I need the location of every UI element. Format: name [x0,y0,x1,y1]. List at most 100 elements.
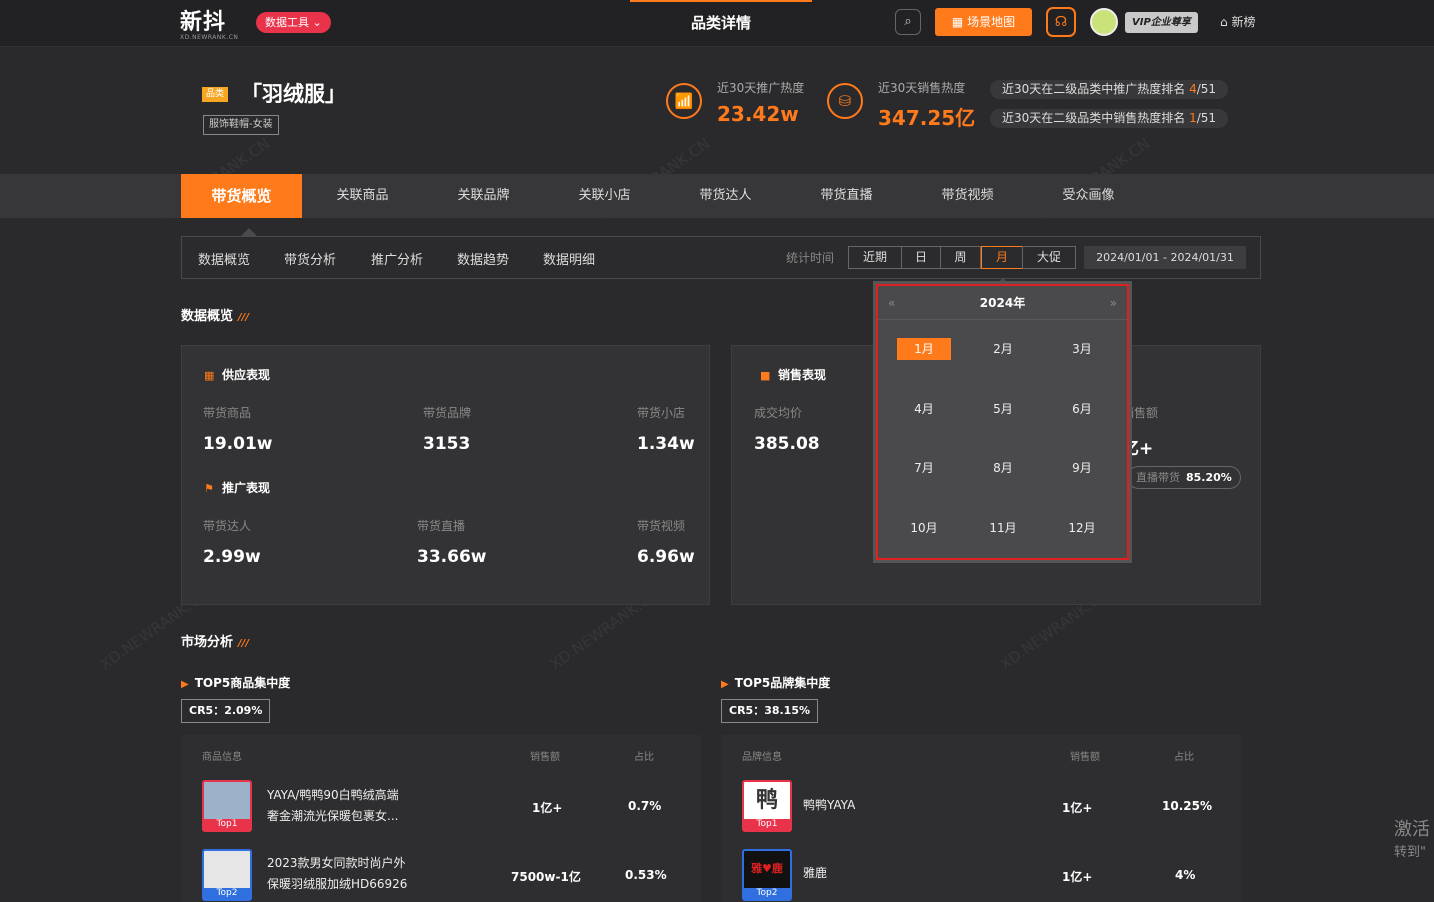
headset-icon: ☊ [1054,14,1068,30]
arrow-right-icon: ▶ [721,679,729,690]
month-mar[interactable]: 3月 [1055,338,1109,360]
tab-products[interactable]: 关联商品 [302,174,423,218]
period-week[interactable]: 周 [940,246,981,269]
tab-shops[interactable]: 关联小店 [544,174,665,218]
tab-live[interactable]: 带货直播 [786,174,907,218]
newrank-label: 新榜 [1231,15,1256,29]
prev-year-button[interactable]: « [888,286,895,320]
tab-overview[interactable]: 带货概览 [181,174,302,218]
brand-logo[interactable]: 鸭 Top1 [742,780,792,832]
product-share: 0.7% [628,799,662,813]
promo-value-influencers: 2.99w [203,547,261,567]
month-oct[interactable]: 10月 [897,517,951,539]
brand-logo[interactable]: 雅♥鹿 Top2 [742,849,792,901]
product-name-line2: 奢金潮流光保暖包裹女... [267,809,399,823]
month-sep[interactable]: 9月 [1055,457,1109,479]
month-apr[interactable]: 4月 [897,398,951,420]
subtab-detail[interactable]: 数据明细 [543,249,595,268]
data-tools-dropdown[interactable]: 数据工具 ⌄ [256,12,331,33]
vip-badge[interactable]: VIP企业尊享 [1125,12,1198,33]
top5-brands-title: ▶ TOP5品牌集中度 [721,674,830,691]
period-recent[interactable]: 近期 [848,246,902,269]
date-range[interactable]: 2024/01/01 - 2024/01/31 [1084,246,1246,269]
home-icon: ⌂ [1220,15,1232,29]
month-feb[interactable]: 2月 [976,338,1030,360]
logo[interactable]: 新抖 XD.NEWRANK.CN [180,4,238,41]
tab-influencers[interactable]: 带货达人 [665,174,786,218]
brand-logo-text: 雅♥鹿 [751,862,783,875]
month-may[interactable]: 5月 [976,398,1030,420]
promo-value-live: 33.66w [417,547,487,567]
table-row[interactable]: 2023款男女同款时尚户外 保暖羽绒服加绒HD66926 [267,853,407,895]
tab-video[interactable]: 带货视频 [907,174,1028,218]
avatar[interactable] [1090,8,1118,36]
main-nav: 带货概览 关联商品 关联品牌 关联小店 带货达人 带货直播 带货视频 受众画像 [0,174,1434,218]
top-bar: 新抖 XD.NEWRANK.CN 数据工具 ⌄ 品类详情 ⌕ ▦ 场景地图 ☊ … [0,0,1434,47]
supply-promo-card: ▦ 供应表现 带货商品 带货品牌 带货小店 19.01w 3153 1.34w ⚑… [181,345,710,605]
sales-rank-text: 近30天在二级品类中销售热度排名 [1002,111,1186,125]
promo-title-text: 推广表现 [222,481,271,495]
sales-rank-pill: 近30天在二级品类中销售热度排名 1/51 [990,109,1229,128]
market-title: 市场分析 /// [181,631,249,650]
month-aug[interactable]: 8月 [976,457,1030,479]
table-row[interactable]: YAYA/鸭鸭90白鸭绒高端 奢金潮流光保暖包裹女... [267,785,399,827]
brand-logo-text: 鸭 [755,788,778,813]
brand-share: 4% [1175,868,1196,882]
search-icon: ⌕ [904,14,912,29]
promo-title: ⚑ 推广表现 [204,479,270,496]
subtab-trend[interactable]: 数据趋势 [457,249,509,268]
product-name-line2: 保暖羽绒服加绒HD66926 [267,877,408,891]
period-promo[interactable]: 大促 [1022,246,1076,269]
brand-name[interactable]: 鸭鸭YAYA [803,795,855,816]
th-product-sales: 销售额 [530,752,560,763]
os-activation-text: 激活 [1394,819,1430,840]
top5-products-title-text: TOP5商品集中度 [194,676,291,690]
sales-rank-total: /51 [1196,111,1217,125]
subtab-sales-analysis[interactable]: 带货分析 [284,249,336,268]
period-day[interactable]: 日 [901,246,941,269]
scene-map-button[interactable]: ▦ 场景地图 [935,8,1032,36]
month-jan[interactable]: 1月 [897,338,951,360]
sales-avg-value: 385.08 [754,434,820,454]
month-dec[interactable]: 12月 [1055,517,1109,539]
rank-tag: Top1 [204,819,250,830]
supply-value-brands: 3153 [423,434,471,454]
product-thumb[interactable]: Top2 [202,849,252,901]
nav-pointer [241,228,257,236]
tab-audience[interactable]: 受众画像 [1028,174,1149,218]
products-table: 商品信息 销售额 占比 Top1 YAYA/鸭鸭90白鸭绒高端 奢金潮流光保暖包… [181,735,701,902]
bag-icon: ■ [760,369,771,382]
category-title: 「羽绒服」 [241,82,346,106]
arrow-right-icon: ▶ [181,679,189,690]
subtab-overview[interactable]: 数据概览 [198,249,250,268]
month-jun[interactable]: 6月 [1055,398,1109,420]
flag-icon: ⚑ [204,482,214,495]
rank-tag: Top1 [744,819,790,830]
newrank-link[interactable]: ⌂ 新榜 [1220,13,1255,30]
search-button[interactable]: ⌕ [895,9,921,35]
overview-title-text: 数据概览 [181,309,234,324]
supply-value-shops: 1.34w [637,434,695,454]
promo-rank-total: /51 [1196,82,1217,96]
support-button[interactable]: ☊ [1046,7,1076,37]
th-brand-share: 占比 [1174,752,1194,763]
subtab-promo-analysis[interactable]: 推广分析 [371,249,423,268]
promo-label-live: 带货直播 [417,519,466,533]
next-year-button[interactable]: » [1110,286,1117,320]
supply-label-products: 带货商品 [203,406,252,420]
logo-main: 新抖 [180,10,227,35]
category-path[interactable]: 服饰鞋帽-女装 [203,115,279,135]
month-jul[interactable]: 7月 [897,457,951,479]
promo-heat-icon: 📶 [666,83,702,119]
sales-avg-label: 成交均价 [754,406,803,420]
rank-tag: Top2 [204,888,250,899]
tab-brands[interactable]: 关联品牌 [423,174,544,218]
logo-sub: XD.NEWRANK.CN [180,34,239,41]
picker-year[interactable]: 2024年 [980,296,1025,310]
brands-cr5: CR5：38.15% [721,699,819,723]
brand-name[interactable]: 雅鹿 [803,863,827,884]
picker-header: « 2024年 » [878,286,1127,320]
period-month[interactable]: 月 [981,246,1023,269]
month-nov[interactable]: 11月 [976,517,1030,539]
product-thumb[interactable]: Top1 [202,780,252,832]
